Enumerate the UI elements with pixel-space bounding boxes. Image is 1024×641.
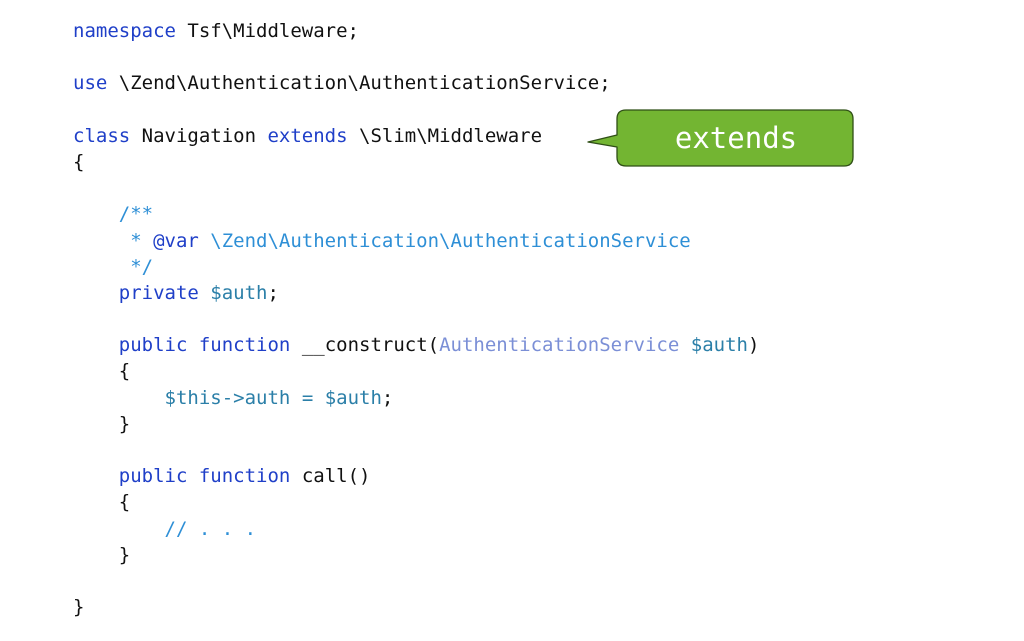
code-token-plain: Tsf\Middleware; — [175, 20, 359, 42]
code-line: } — [73, 411, 759, 437]
extends-callout: extends — [586, 109, 856, 169]
code-token-plain: call() — [290, 465, 371, 488]
callout-label: extends — [674, 121, 798, 155]
code-token-plain: ; — [381, 386, 394, 409]
code-line: /** — [73, 201, 759, 227]
code-token-plain: { — [73, 491, 131, 514]
code-line: // . . . — [73, 516, 759, 542]
code-token-variable: $this — [164, 386, 222, 409]
code-line: namespace Tsf\Middleware; — [73, 18, 759, 44]
code-token-variable: $auth — [210, 281, 268, 304]
code-token-comment: * — [73, 229, 154, 252]
code-line: * @var \Zend\Authentication\Authenticati… — [73, 228, 759, 254]
code-token-variable: $auth — [690, 334, 748, 357]
code-line: } — [73, 594, 759, 620]
code-token-plain: ) — [747, 334, 760, 357]
code-token-plain: } — [73, 412, 131, 435]
code-token-keyword: class — [73, 124, 131, 147]
code-token-variable: $auth — [324, 386, 382, 409]
code-token-variable: -> — [221, 386, 245, 409]
code-line: $this->auth = $auth; — [73, 385, 759, 411]
code-line: { — [73, 358, 759, 384]
code-token-plain: Navigation — [130, 124, 268, 147]
code-token-comment: /** — [73, 203, 154, 226]
code-token-comment: */ — [73, 255, 154, 278]
code-token-keyword: namespace — [73, 20, 176, 42]
code-line: */ — [73, 254, 759, 280]
code-token-variable: auth — [244, 386, 291, 409]
code-token-plain: } — [73, 543, 131, 566]
code-token-type: AuthenticationService — [439, 334, 680, 357]
code-token-plain: { — [73, 150, 85, 173]
code-token-keyword: @var — [153, 229, 199, 252]
code-token-plain: ; — [267, 281, 279, 304]
code-token-keyword: use — [73, 72, 108, 95]
code-token-keyword: function — [198, 334, 291, 357]
code-token-keyword: function — [198, 465, 291, 488]
code-token-variable: = — [290, 386, 325, 409]
code-token-keyword: private — [118, 281, 199, 304]
code-token-comment: // . . . — [73, 517, 257, 540]
code-line: public function __construct(Authenticati… — [73, 332, 760, 358]
code-token-keyword: public — [118, 334, 188, 357]
code-token-keyword: extends — [267, 124, 348, 147]
code-line: } — [73, 542, 759, 568]
code-line: use \Zend\Authentication\AuthenticationS… — [73, 70, 759, 96]
code-token-plain: } — [73, 596, 85, 619]
code-token-plain: \Slim\Middleware — [347, 124, 543, 147]
code-line: public function call() — [73, 463, 759, 489]
code-line: private $auth; — [73, 280, 759, 306]
code-line: { — [73, 489, 759, 515]
code-token-plain: __construct( — [290, 334, 440, 357]
code-token-comment: \Zend\Authentication\AuthenticationServi… — [198, 229, 691, 252]
code-token-plain: { — [73, 360, 131, 383]
code-token-keyword: public — [118, 465, 188, 488]
code-token-plain: \Zend\Authentication\AuthenticationServi… — [107, 72, 611, 95]
